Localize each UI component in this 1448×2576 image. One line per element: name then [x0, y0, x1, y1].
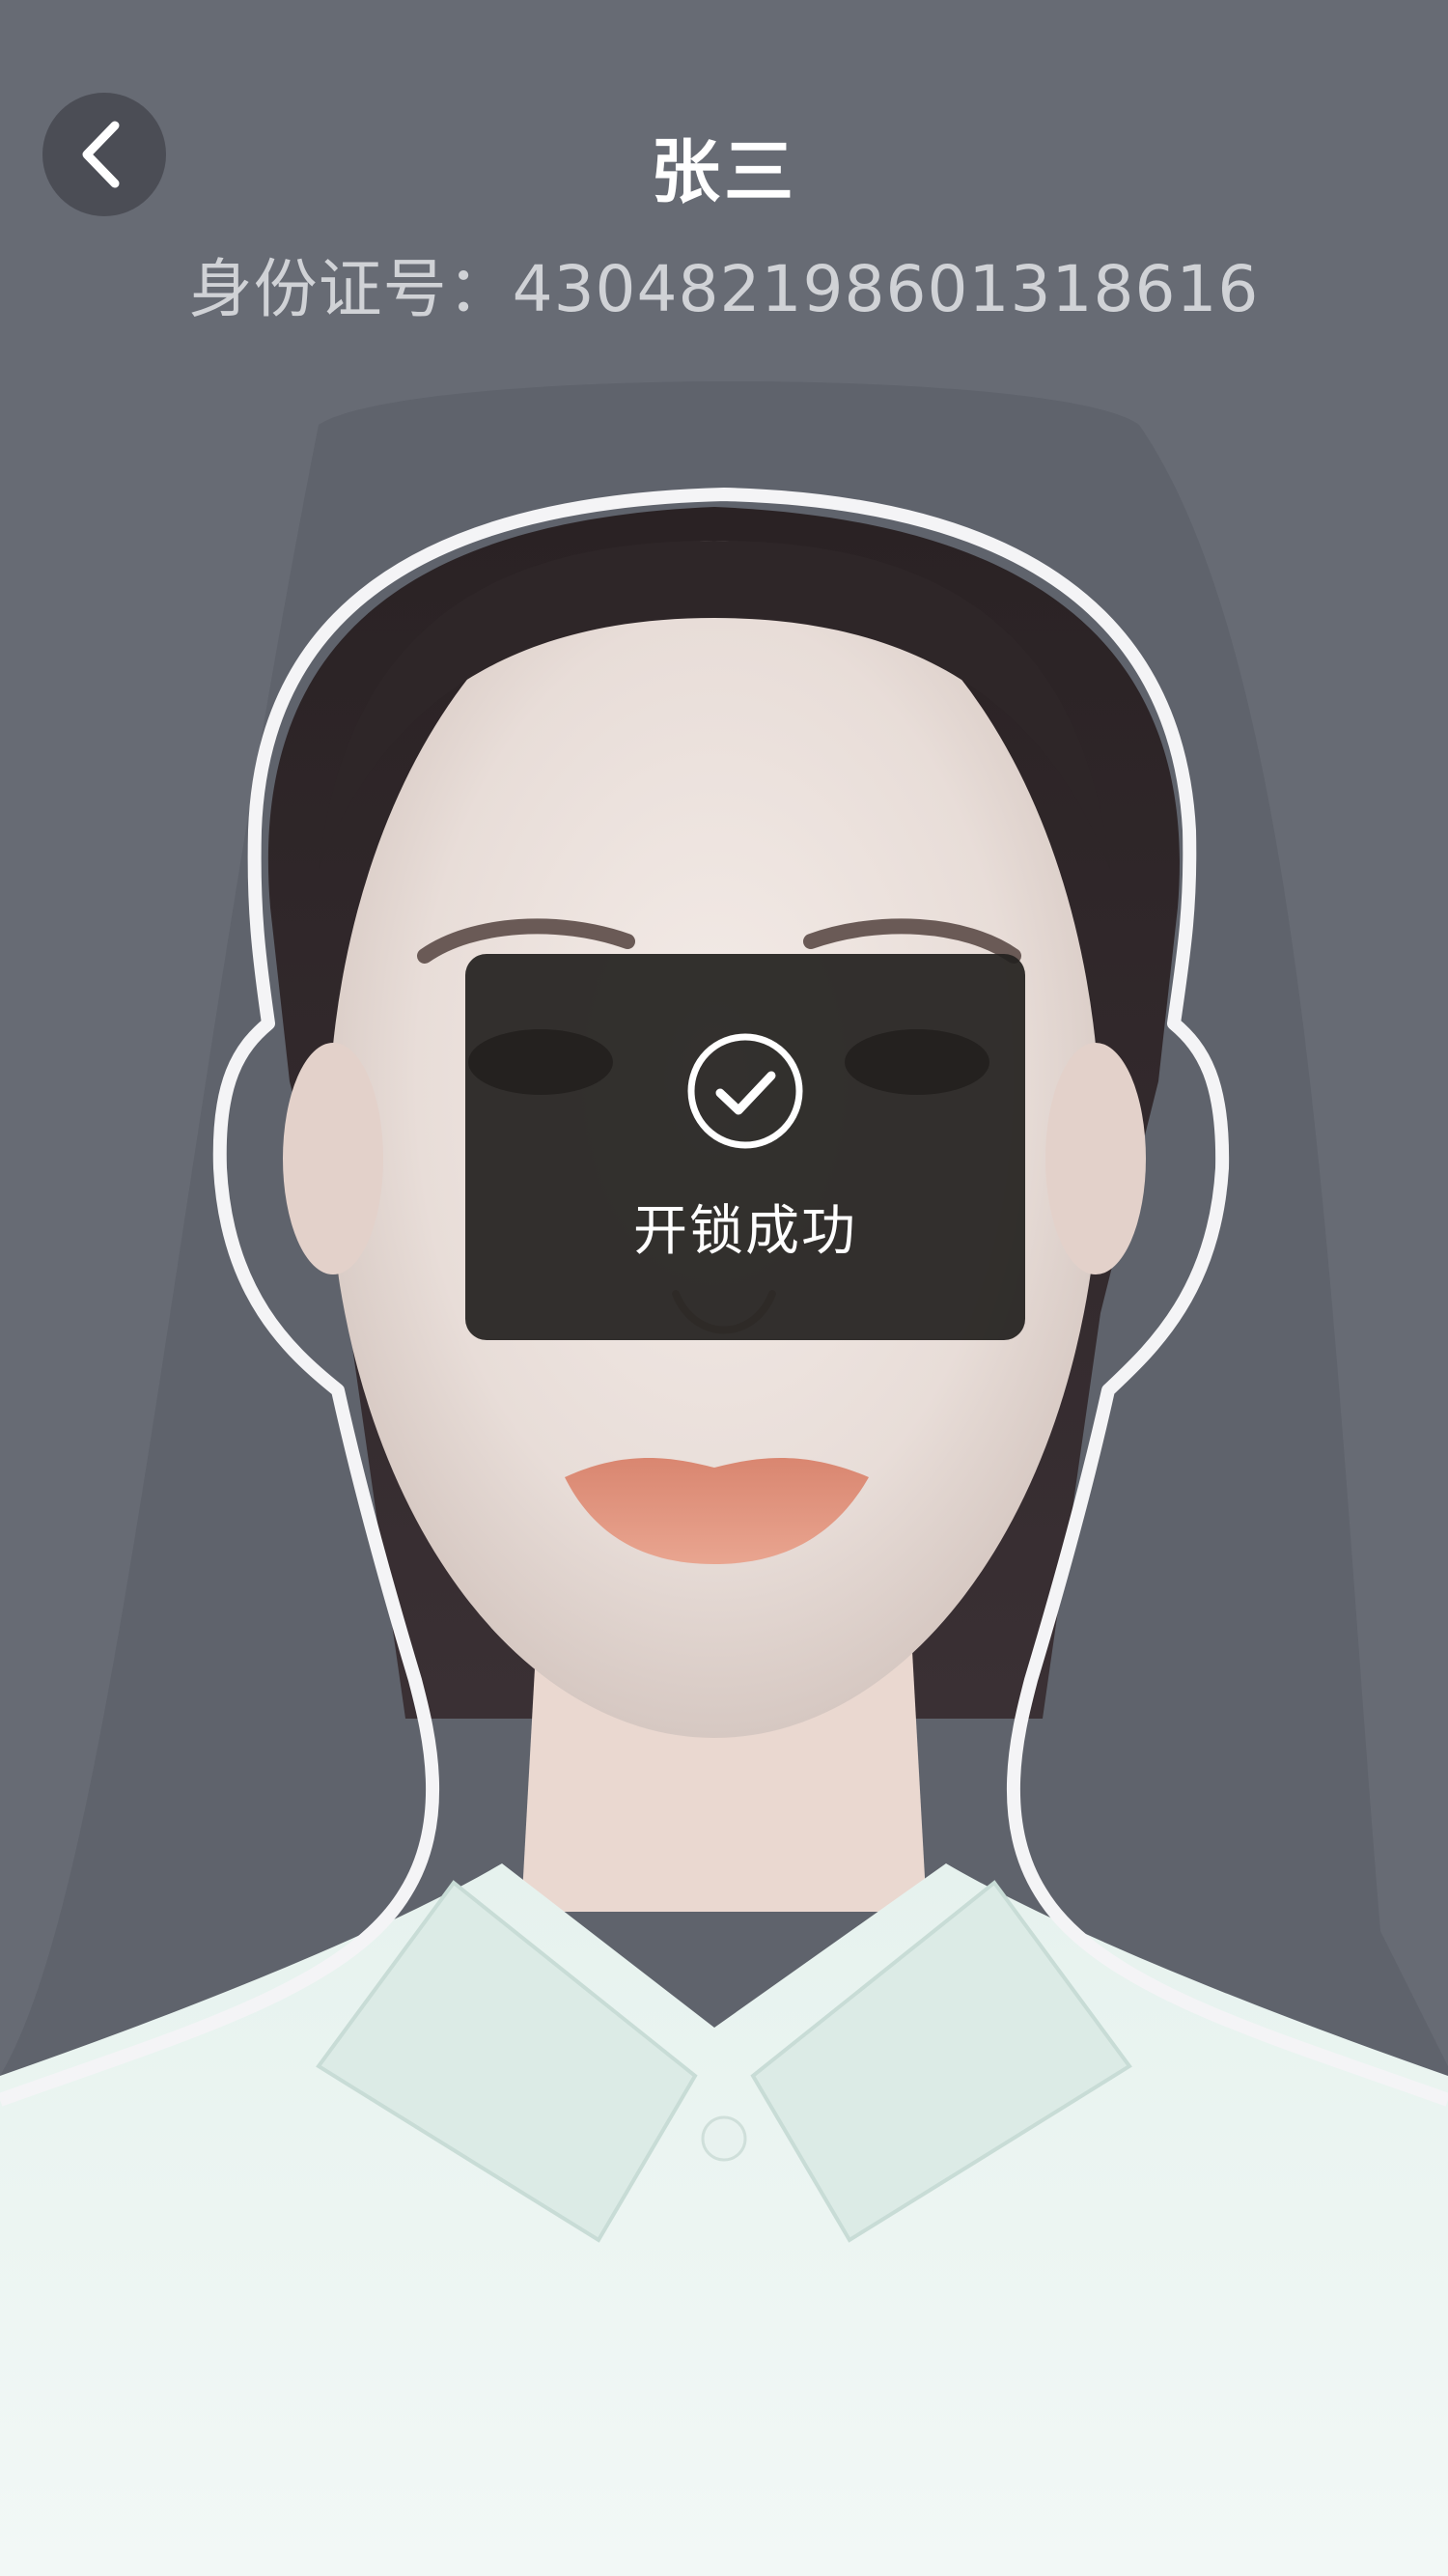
right-ear: [1045, 1043, 1146, 1274]
id-number-value: 430482198601318616: [512, 252, 1260, 326]
face-recognition-screen: 张三 身份证号：430482198601318616 开锁成功: [0, 0, 1448, 2576]
shirt-button: [701, 2115, 747, 2162]
person-name: 张三: [650, 131, 797, 212]
id-number-line: 身份证号：430482198601318616: [0, 243, 1448, 336]
check-circle-icon: [685, 1031, 805, 1151]
header: 张三 身份证号：430482198601318616: [0, 0, 1448, 348]
unlock-success-toast: 开锁成功: [465, 954, 1025, 1340]
toast-message: 开锁成功: [633, 1200, 857, 1263]
left-ear: [283, 1043, 383, 1274]
id-number-label: 身份证号：: [188, 252, 513, 326]
